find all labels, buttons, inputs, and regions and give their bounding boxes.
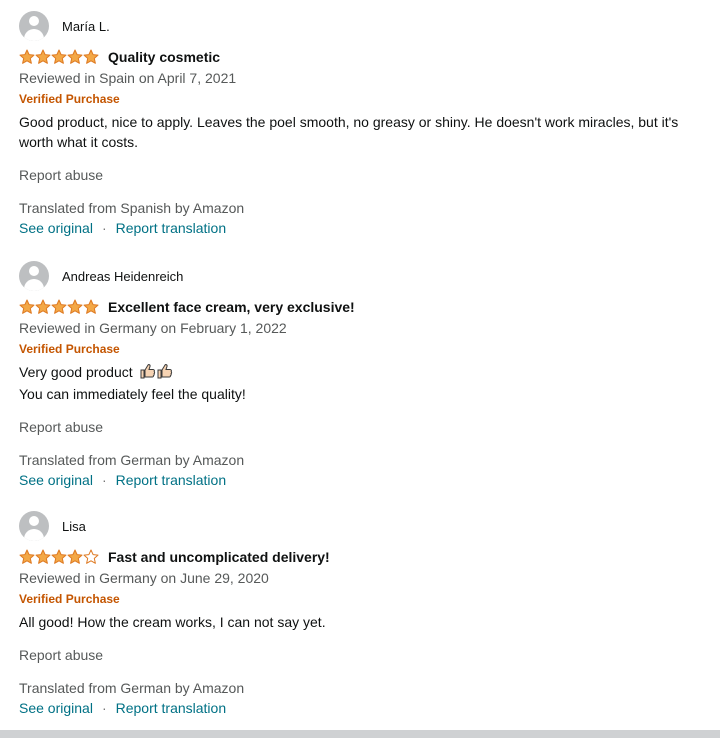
verified-purchase-badge[interactable]: Verified Purchase: [19, 589, 709, 609]
avatar-icon: [19, 511, 49, 541]
star-filled-icon: [67, 299, 83, 314]
star-filled-icon: [83, 299, 99, 314]
reviewer-name[interactable]: María L.: [62, 19, 110, 34]
avatar-icon: [19, 11, 49, 41]
translation-note: Translated from Spanish by Amazon: [19, 200, 245, 216]
star-filled-icon: [67, 49, 83, 64]
review-item: María L. Quality cosmetic Reviewed in Sp…: [19, 11, 709, 238]
star-filled-icon: [83, 49, 99, 64]
report-translation-link[interactable]: Report translation: [116, 220, 227, 236]
star-filled-icon: [35, 49, 51, 64]
see-original-link[interactable]: See original: [19, 700, 93, 716]
reviewer-profile[interactable]: Andreas Heidenreich: [19, 261, 709, 291]
star-filled-icon: [35, 299, 51, 314]
star-filled-icon: [19, 549, 35, 564]
reviewer-profile[interactable]: Lisa: [19, 511, 709, 541]
review-date: Reviewed in Germany on June 29, 2020: [19, 570, 269, 586]
translation-note: Translated from German by Amazon: [19, 680, 245, 696]
review-body: Very good product You can immediately fe…: [19, 362, 709, 404]
review-item: Lisa Fast and uncomplicated delivery! Re…: [19, 511, 709, 718]
verified-purchase-badge[interactable]: Verified Purchase: [19, 89, 709, 109]
review-date: Reviewed in Spain on April 7, 2021: [19, 70, 237, 86]
reviewer-name[interactable]: Andreas Heidenreich: [62, 269, 183, 284]
review-title[interactable]: Excellent face cream, very exclusive!: [108, 299, 355, 315]
review-body-line: worth what it costs.: [19, 134, 139, 150]
link-separator: ·: [101, 700, 107, 716]
link-separator: ·: [101, 220, 107, 236]
translation-note: Translated from German by Amazon: [19, 452, 245, 468]
link-separator: ·: [101, 472, 107, 488]
review-body-line-with-emoji: Very good product: [19, 362, 709, 384]
star-filled-icon: [19, 49, 35, 64]
reviewer-profile[interactable]: María L.: [19, 11, 709, 41]
see-original-link[interactable]: See original: [19, 472, 93, 488]
report-translation-link[interactable]: Report translation: [116, 700, 227, 716]
report-abuse-link[interactable]: Report abuse: [19, 417, 709, 437]
report-abuse-link[interactable]: Report abuse: [19, 165, 709, 185]
star-rating[interactable]: [19, 49, 99, 65]
verified-purchase-badge[interactable]: Verified Purchase: [19, 339, 709, 359]
review-body: All good! How the cream works, I can not…: [19, 612, 709, 632]
review-item: Andreas Heidenreich Excellent face cream…: [19, 261, 709, 490]
star-rating[interactable]: [19, 299, 99, 315]
star-filled-icon: [35, 549, 51, 564]
review-title[interactable]: Fast and uncomplicated delivery!: [108, 549, 330, 565]
horizontal-scrollbar[interactable]: [0, 730, 720, 738]
avatar-icon: [19, 261, 49, 291]
star-filled-icon: [51, 299, 67, 314]
review-body-line: Very good product: [19, 364, 133, 380]
reviewer-name[interactable]: Lisa: [62, 519, 86, 534]
review-body-line: You can immediately feel the quality!: [19, 386, 246, 402]
star-rating[interactable]: [19, 549, 99, 565]
review-body-line: All good! How the cream works, I can not…: [19, 614, 326, 630]
star-filled-icon: [67, 549, 83, 564]
star-filled-icon: [51, 549, 67, 564]
report-abuse-link[interactable]: Report abuse: [19, 645, 709, 665]
review-body: Good product, nice to apply. Leaves the …: [19, 112, 709, 152]
star-empty-icon: [83, 549, 99, 564]
review-title[interactable]: Quality cosmetic: [108, 49, 220, 65]
star-filled-icon: [19, 299, 35, 314]
see-original-link[interactable]: See original: [19, 220, 93, 236]
thumbs-up-icon: [139, 363, 173, 384]
star-filled-icon: [51, 49, 67, 64]
review-body-line: Good product, nice to apply. Leaves the …: [19, 114, 679, 130]
review-date: Reviewed in Germany on February 1, 2022: [19, 320, 287, 336]
report-translation-link[interactable]: Report translation: [116, 472, 227, 488]
